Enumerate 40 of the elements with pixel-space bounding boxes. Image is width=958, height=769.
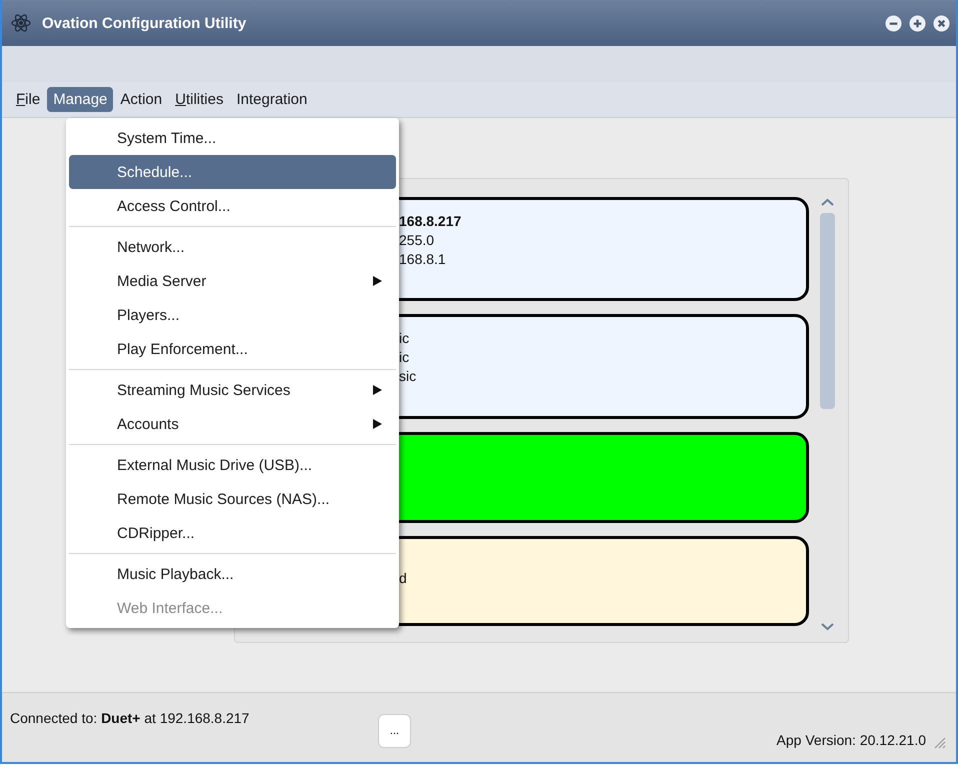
- maximize-button[interactable]: [909, 14, 926, 32]
- menu-item[interactable]: Integration: [230, 87, 314, 112]
- menu-entry[interactable]: External Music Drive (USB)...: [69, 448, 396, 482]
- menu-entry[interactable]: Media Server: [69, 264, 396, 298]
- menu-entry[interactable]: Schedule...: [69, 155, 396, 189]
- card-text: d: [399, 569, 408, 588]
- menu-entry[interactable]: Music Playback...: [69, 557, 396, 591]
- menu-entry[interactable]: Accounts: [69, 407, 396, 441]
- window-title: Ovation Configuration Utility: [42, 14, 248, 32]
- scroll-up-icon[interactable]: [820, 197, 835, 207]
- minimize-button[interactable]: [885, 14, 902, 32]
- connection-status: Connected to: Duet+ at 192.168.8.217: [10, 710, 250, 728]
- close-button[interactable]: [933, 14, 950, 32]
- resize-grip-icon[interactable]: [934, 737, 946, 749]
- menu-item[interactable]: Action: [114, 87, 168, 112]
- card-text: sic: [399, 367, 418, 386]
- menu-entry[interactable]: System Time...: [69, 121, 396, 155]
- card-text: 255.0: [399, 231, 436, 250]
- card-text: 168.8.1: [399, 250, 447, 269]
- submenu-arrow-icon: [373, 276, 382, 286]
- card-text: ic: [399, 329, 410, 348]
- app-version: App Version: 20.12.21.0: [776, 732, 926, 750]
- submenu-arrow-icon: [373, 419, 382, 429]
- menu-entry[interactable]: Access Control...: [69, 189, 396, 223]
- menu-entry[interactable]: Remote Music Sources (NAS)...: [69, 482, 396, 516]
- scroll-down-icon[interactable]: [820, 622, 835, 632]
- menu-item[interactable]: File: [10, 87, 46, 112]
- menu-entry[interactable]: Play Enforcement...: [69, 332, 396, 366]
- menu-item[interactable]: Manage: [47, 87, 114, 112]
- menu-entry[interactable]: CDRipper...: [69, 516, 396, 550]
- menu-item[interactable]: Utilities: [169, 87, 230, 112]
- scrollbar-thumb[interactable]: [820, 213, 835, 409]
- menu-entry[interactable]: Players...: [69, 298, 396, 332]
- menu-entry[interactable]: Streaming Music Services: [69, 373, 396, 407]
- submenu-arrow-icon: [373, 385, 382, 395]
- menu-entry[interactable]: Network...: [69, 230, 396, 264]
- card-text: 168.8.217: [399, 212, 462, 231]
- card-text: ic: [399, 348, 410, 367]
- more-button[interactable]: ...: [378, 714, 411, 748]
- atom-icon: [10, 12, 32, 34]
